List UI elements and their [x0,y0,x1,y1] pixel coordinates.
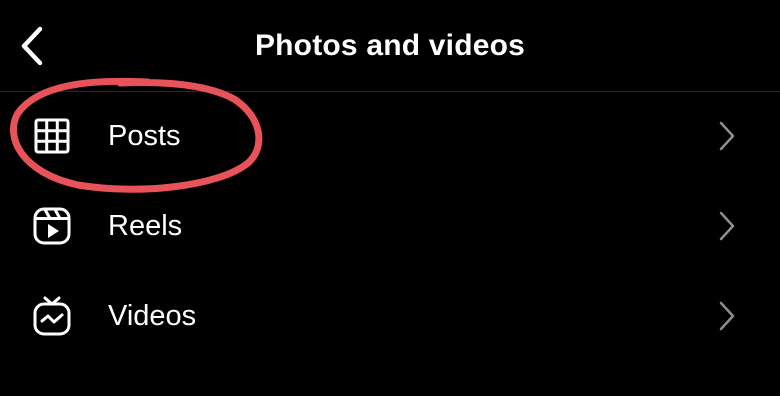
chevron-right-icon [712,118,742,154]
chevron-right-icon [712,208,742,244]
menu-item-label: Posts [108,120,181,152]
page-title: Photos and videos [254,29,526,62]
menu-item-label: Reels [108,210,183,242]
igtv-icon [32,296,72,336]
menu-item-videos[interactable]: Videos [0,271,780,361]
top-bar: Photos and videos [0,0,780,92]
menu-item-label: Videos [108,300,197,332]
menu-item-reels[interactable]: Reels [0,181,780,271]
reels-icon [32,206,72,246]
grid-icon [32,116,72,156]
chevron-right-icon [712,298,742,334]
menu-item-posts[interactable]: Posts [0,91,780,181]
